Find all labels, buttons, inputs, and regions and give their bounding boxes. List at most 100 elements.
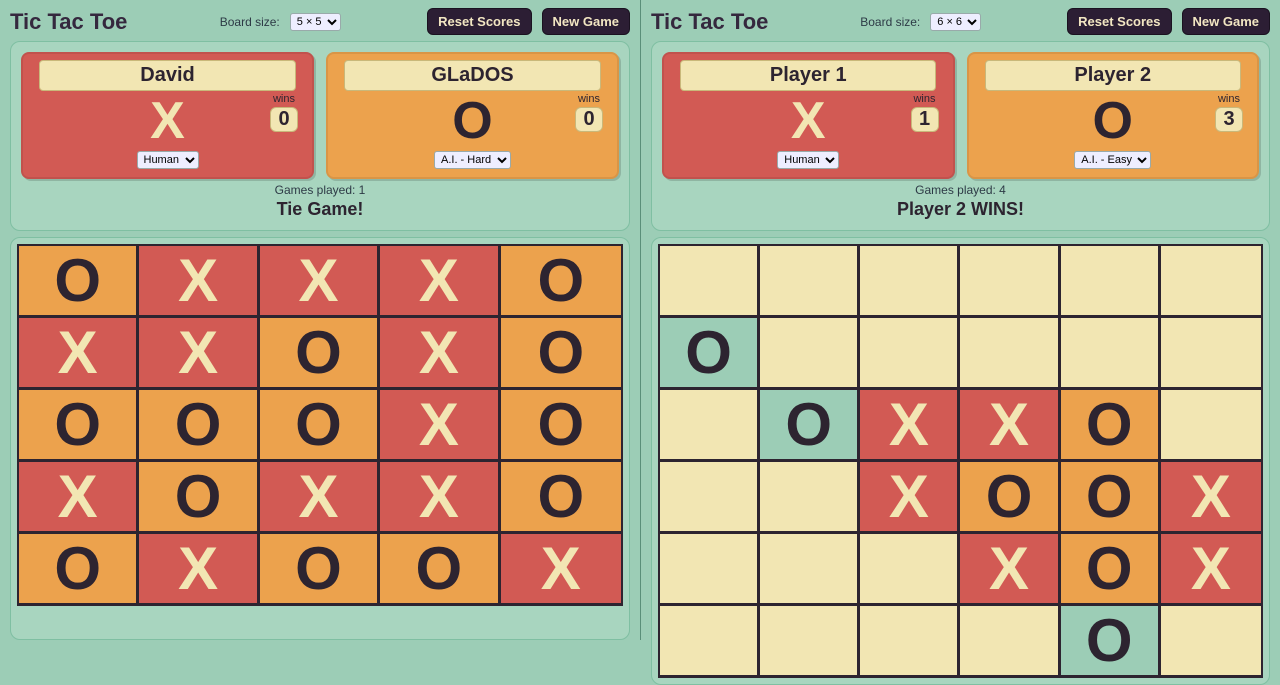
player-symbol: X [791,95,826,147]
board-cell[interactable]: O [501,318,621,390]
board-cell[interactable]: O [1061,534,1161,606]
reset-scores-button[interactable]: Reset Scores [1067,8,1171,35]
board-cell[interactable]: O [960,462,1060,534]
board-cell[interactable] [660,246,760,318]
board-cell[interactable]: X [960,390,1060,462]
wins-count: 0 [270,107,298,132]
board-cell[interactable] [660,606,760,678]
board-cell[interactable] [760,606,860,678]
board-cell[interactable]: X [260,246,380,318]
player-name-input[interactable] [344,60,601,91]
board-size-select[interactable]: 5 × 5 [290,13,341,31]
result-message: Player 2 WINS! [662,199,1259,220]
board-cell[interactable]: X [960,534,1060,606]
board-cell[interactable] [1161,318,1261,390]
board-size-select[interactable]: 6 × 6 [930,13,981,31]
board-cell[interactable]: O [660,318,760,390]
board-cell[interactable]: X [260,462,380,534]
board-cell[interactable] [860,534,960,606]
board-cell[interactable] [960,246,1060,318]
player-type-select[interactable]: A.I. - Hard [434,151,511,169]
board-cell[interactable]: O [501,462,621,534]
wins-count: 3 [1215,107,1243,132]
app-title: Tic Tac Toe [10,9,127,35]
wins-label: wins [273,93,295,105]
board-cell[interactable] [760,246,860,318]
board-cell[interactable]: O [19,390,139,462]
board-cell[interactable]: X [1161,534,1261,606]
header: Tic Tac Toe Board size: 6 × 6 Reset Scor… [651,8,1270,35]
board-cell[interactable]: O [1061,606,1161,678]
board-cell[interactable]: O [1061,462,1161,534]
player-type-select[interactable]: Human [777,151,839,169]
player-card-x: X wins 0 Human [21,52,314,179]
player-name-input[interactable] [985,60,1241,91]
board-cell[interactable] [760,534,860,606]
new-game-button[interactable]: New Game [542,8,630,35]
new-game-button[interactable]: New Game [1182,8,1270,35]
board-cell[interactable] [960,318,1060,390]
scoreboard-panel: X wins 0 Human O wins 0 A.I. - Hard Game… [10,41,630,231]
games-played: Games played: 4 [662,183,1259,197]
board-cell[interactable] [1161,390,1261,462]
board-cell[interactable] [860,606,960,678]
board-cell[interactable]: X [19,462,139,534]
player-type-select[interactable]: A.I. - Easy [1074,151,1151,169]
board-cell[interactable]: O [139,390,259,462]
board-cell[interactable]: X [139,318,259,390]
board-panel: OXXXOXXOXOOOOXOXOXXOOXOOX [10,237,630,640]
board-cell[interactable]: O [380,534,500,606]
player-card-x: X wins 1 Human [662,52,955,179]
board-cell[interactable] [660,462,760,534]
board-cell[interactable] [1061,318,1161,390]
board-size-label: Board size: [860,15,920,29]
board-cell[interactable]: X [860,390,960,462]
result-message: Tie Game! [21,199,619,220]
board-cell[interactable] [860,246,960,318]
player-name-input[interactable] [680,60,936,91]
board-cell[interactable] [1161,606,1261,678]
wins-label: wins [578,93,600,105]
board-cell[interactable]: X [860,462,960,534]
board-cell[interactable]: X [501,534,621,606]
board-cell[interactable] [860,318,960,390]
board-cell[interactable] [960,606,1060,678]
board-cell[interactable]: X [19,318,139,390]
game-board: OOXXOXOOXXOXO [658,244,1263,678]
game-board: OXXXOXXOXOOOOXOXOXXOOXOOX [17,244,623,606]
board-cell[interactable] [1061,246,1161,318]
board-cell[interactable]: X [380,462,500,534]
board-cell[interactable]: O [260,318,380,390]
board-cell[interactable]: O [1061,390,1161,462]
player-name-input[interactable] [39,60,296,91]
board-cell[interactable]: X [380,246,500,318]
board-panel: OOXXOXOOXXOXO [651,237,1270,685]
board-cell[interactable]: O [19,534,139,606]
wins-label: wins [913,93,935,105]
board-cell[interactable]: O [139,462,259,534]
board-cell[interactable]: X [1161,462,1261,534]
reset-scores-button[interactable]: Reset Scores [427,8,531,35]
board-cell[interactable]: X [380,318,500,390]
board-cell[interactable]: O [260,534,380,606]
board-cell[interactable]: O [501,246,621,318]
wins-count: 1 [911,107,939,132]
board-cell[interactable]: X [380,390,500,462]
board-cell[interactable] [1161,246,1261,318]
board-cell[interactable]: O [19,246,139,318]
player-card-o: O wins 0 A.I. - Hard [326,52,619,179]
board-cell[interactable]: O [760,390,860,462]
scoreboard-panel: X wins 1 Human O wins 3 A.I. - Easy Game… [651,41,1270,231]
header: Tic Tac Toe Board size: 5 × 5 Reset Scor… [10,8,630,35]
board-cell[interactable]: O [260,390,380,462]
board-size-label: Board size: [220,15,280,29]
board-cell[interactable] [760,462,860,534]
player-type-select[interactable]: Human [137,151,199,169]
board-cell[interactable] [660,390,760,462]
board-cell[interactable] [660,534,760,606]
board-cell[interactable]: X [139,246,259,318]
board-cell[interactable] [760,318,860,390]
board-cell[interactable]: O [501,390,621,462]
board-cell[interactable]: X [139,534,259,606]
player-symbol: O [452,95,492,147]
